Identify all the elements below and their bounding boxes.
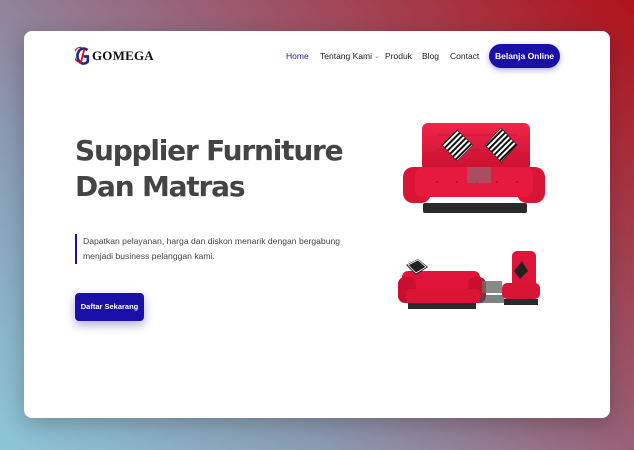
brand-logo[interactable]: GOMEGA — [75, 45, 154, 67]
belanja-online-button[interactable]: Belanja Online — [489, 44, 560, 68]
page-card: GOMEGA Home Tentang Kami ⌄ Produk Blog Co… — [24, 31, 610, 418]
nav-item-tentang-kami[interactable]: Tentang Kami ⌄ — [320, 51, 380, 61]
hero-title: Supplier Furniture Dan Matras — [75, 134, 344, 203]
nav-item-home[interactable]: Home — [286, 51, 309, 61]
gomega-logo-icon — [75, 46, 90, 65]
nav-item-contact[interactable]: Contact — [450, 51, 479, 61]
sofa-bed-folded-image — [398, 251, 540, 309]
hero-description-block: Dapatkan pelayanan, harga dan diskon men… — [75, 234, 353, 264]
chevron-down-icon: ⌄ — [373, 53, 380, 60]
hero-description: Dapatkan pelayanan, harga dan diskon men… — [83, 236, 341, 261]
sofa-bed-image — [403, 123, 545, 213]
nav-item-blog[interactable]: Blog — [422, 51, 439, 61]
nav-item-produk[interactable]: Produk — [385, 51, 412, 61]
daftar-sekarang-button[interactable]: Daftar Sekarang — [75, 293, 144, 321]
brand-name: GOMEGA — [92, 48, 154, 63]
nav-item-label: Tentang Kami — [320, 51, 372, 61]
